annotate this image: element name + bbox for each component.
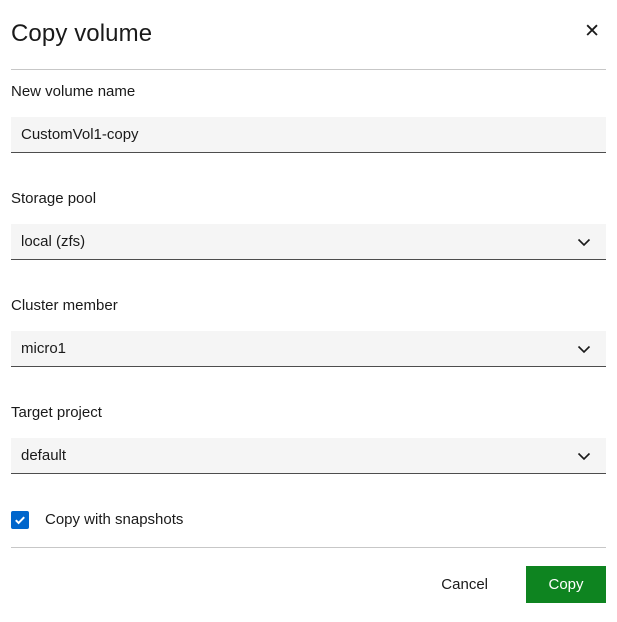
copy-button[interactable]: Copy xyxy=(526,566,606,603)
target-project-value: default xyxy=(21,447,66,464)
field-volume-name: New volume name xyxy=(11,82,606,153)
checkbox-checked-icon xyxy=(11,511,29,529)
target-project-label: Target project xyxy=(11,403,606,423)
field-cluster-member: Cluster member micro1 xyxy=(11,296,606,367)
copy-volume-modal: Copy volume ✕ New volume name Storage po… xyxy=(0,0,617,622)
close-icon[interactable]: ✕ xyxy=(578,18,606,45)
cluster-member-label: Cluster member xyxy=(11,296,606,316)
cancel-button[interactable]: Cancel xyxy=(423,566,506,603)
field-storage-pool: Storage pool local (zfs) xyxy=(11,189,606,260)
volume-name-input[interactable] xyxy=(11,117,606,153)
storage-pool-label: Storage pool xyxy=(11,189,606,209)
chevron-down-icon xyxy=(576,234,592,250)
copy-with-snapshots-label: Copy with snapshots xyxy=(45,510,183,530)
volume-name-label: New volume name xyxy=(11,82,606,102)
modal-footer: Cancel Copy xyxy=(11,548,606,603)
modal-header: Copy volume ✕ xyxy=(11,0,606,50)
modal-title: Copy volume xyxy=(11,18,152,50)
target-project-select[interactable]: default xyxy=(11,438,606,474)
field-target-project: Target project default xyxy=(11,403,606,474)
chevron-down-icon xyxy=(576,341,592,357)
storage-pool-select[interactable]: local (zfs) xyxy=(11,224,606,260)
copy-volume-form: New volume name Storage pool local (zfs)… xyxy=(11,70,606,474)
cluster-member-value: micro1 xyxy=(21,340,66,357)
storage-pool-value: local (zfs) xyxy=(21,233,85,250)
copy-with-snapshots-checkbox[interactable]: Copy with snapshots xyxy=(11,510,183,530)
cluster-member-select[interactable]: micro1 xyxy=(11,331,606,367)
chevron-down-icon xyxy=(576,448,592,464)
